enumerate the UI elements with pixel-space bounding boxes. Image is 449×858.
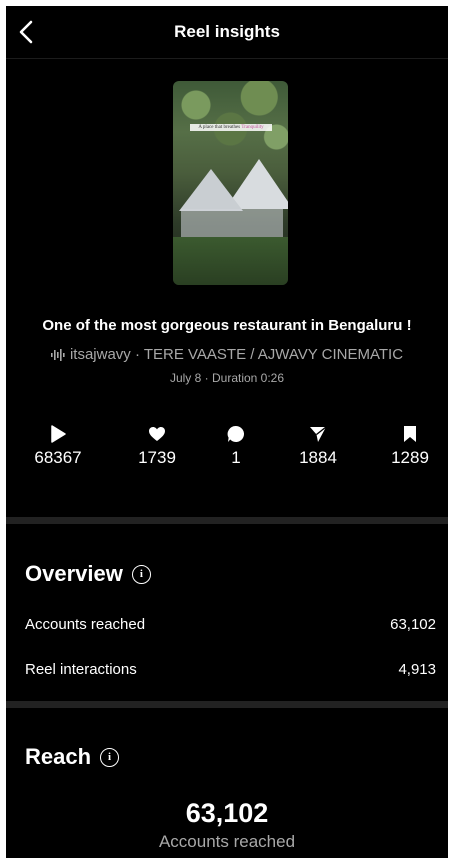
- stat-value: 68367: [34, 448, 82, 467]
- thumbnail-tent: [179, 169, 243, 211]
- share-icon: [310, 426, 327, 442]
- row-value: 63,102: [390, 616, 436, 633]
- page-title: Reel insights: [174, 22, 280, 41]
- comment-icon: [227, 425, 245, 442]
- info-icon[interactable]: i: [100, 747, 120, 767]
- stat-value: 1: [231, 448, 241, 467]
- reach-heading: Reach i: [25, 744, 120, 770]
- stat-value: 1884: [299, 448, 337, 467]
- reel-meta: July 8 · Duration 0:26: [169, 371, 285, 385]
- reel-thumbnail[interactable]: A place that breathes Tranquility: [173, 81, 288, 285]
- stat-value: 1739: [138, 448, 176, 467]
- audio-label: itsajwavy · TERE VAASTE / AJWAVY CINEMAT…: [69, 346, 404, 363]
- stat-likes: 1739: [117, 424, 197, 468]
- reach-value: 63,102: [185, 798, 269, 828]
- section-divider: [6, 701, 448, 708]
- thumbnail-foliage: [173, 81, 288, 161]
- stat-value: 1289: [391, 448, 429, 467]
- engagement-stats: 68367 1739 1 1884 1289: [6, 424, 448, 474]
- row-label: Accounts reached: [25, 616, 146, 633]
- row-value: 4,913: [398, 661, 436, 678]
- stat-plays: 68367: [18, 424, 98, 468]
- heart-icon: [149, 427, 165, 441]
- thumbnail-caption: A place that breathes Tranquility: [190, 124, 272, 131]
- section-divider: [6, 517, 448, 524]
- overview-row-reel-interactions[interactable]: Reel interactions 4,913: [25, 661, 436, 678]
- audio-waveform-icon: [50, 349, 65, 362]
- reel-title: One of the most gorgeous restaurant in B…: [42, 317, 412, 334]
- audio-line[interactable]: itsajwavy · TERE VAASTE / AJWAVY CINEMAT…: [6, 346, 448, 363]
- reel-insights-screen: Reel insights A place that breathes Tran…: [6, 6, 448, 858]
- stat-comments: 1: [196, 424, 276, 468]
- thumbnail-tent-base: [181, 209, 283, 237]
- header: Reel insights: [6, 6, 448, 59]
- row-label: Reel interactions: [25, 661, 137, 678]
- stat-saves: 1289: [370, 424, 448, 468]
- overview-heading: Overview i: [25, 561, 151, 587]
- play-icon: [51, 425, 66, 443]
- reach-label: Accounts reached: [158, 832, 296, 851]
- overview-row-accounts-reached[interactable]: Accounts reached 63,102: [25, 616, 436, 633]
- bookmark-icon: [404, 426, 416, 442]
- leaf-decoration: [6, 674, 26, 764]
- thumbnail-lawn: [173, 237, 288, 285]
- info-icon[interactable]: i: [131, 564, 151, 584]
- stat-shares: 1884: [278, 424, 358, 468]
